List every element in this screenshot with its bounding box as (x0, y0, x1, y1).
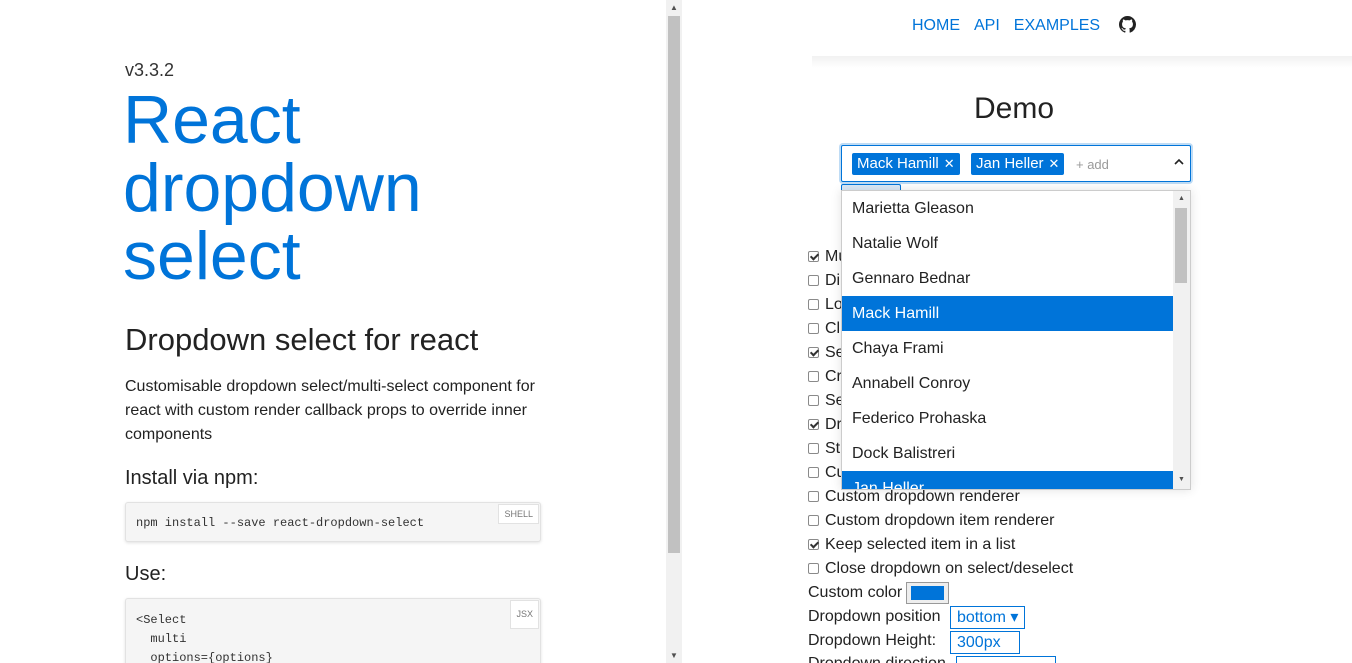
nav-home-link[interactable]: HOME (912, 17, 960, 35)
demo-title: Demo (974, 92, 1055, 125)
checkbox[interactable] (808, 371, 819, 382)
checkbox[interactable] (808, 251, 819, 262)
color-swatch (911, 586, 944, 600)
hero-line: React (123, 82, 301, 158)
description: Customisable dropdown select/multi-selec… (125, 378, 535, 443)
install-heading: Install via npm: (125, 467, 259, 489)
github-icon[interactable] (1119, 16, 1136, 33)
demo-panel: HOME API EXAMPLES Demo Mu Di Lo Cl Se Cr Se Dr S… (682, 0, 1352, 663)
nav-examples-link[interactable]: EXAMPLES (1014, 17, 1100, 35)
checkbox[interactable] (808, 443, 819, 454)
dropdown-item[interactable]: Chaya Frami (842, 331, 1173, 366)
tag-remove-icon[interactable]: ✕ (1049, 156, 1060, 171)
use-heading: Use: (125, 563, 167, 585)
use-code-block: <Select multi options={options} JSX (125, 598, 541, 663)
add-input-placeholder[interactable]: + add (1076, 157, 1109, 172)
dropdown-menu: Marietta Gleason Natalie Wolf Gennaro Bedn… (841, 190, 1191, 490)
scroll-down-icon[interactable]: ▼ (1178, 476, 1185, 483)
chevron-up-icon[interactable] (1172, 155, 1186, 169)
option-checkbox-row[interactable]: Keep selected item in a list (808, 536, 1108, 560)
nav-shadow (812, 56, 1352, 68)
dropdown-item[interactable]: Mack Hamill (842, 296, 1173, 331)
multi-select[interactable]: Mack Hamill ✕ Jan Heller ✕ + add (841, 145, 1191, 182)
checkbox[interactable] (808, 491, 819, 502)
dropdown-position-select[interactable]: bottom ▾ (950, 606, 1026, 629)
version-label: v3.3.2 (125, 60, 175, 80)
hero-title: React dropdown select (123, 86, 422, 290)
scroll-down-icon[interactable]: ▼ (670, 651, 678, 660)
code-lang-badge: JSX (510, 600, 539, 629)
option-label: Cl (825, 320, 841, 337)
dropdown-align-label: Dropdown direction (808, 655, 946, 663)
dropdown-scrollbar-thumb[interactable] (1175, 208, 1187, 283)
hero-line: dropdown (123, 150, 422, 226)
option-label: Keep selected item in a list (825, 536, 1016, 553)
selected-tag: Jan Heller ✕ (971, 153, 1065, 175)
checkbox[interactable] (808, 515, 819, 526)
option-checkbox-row[interactable]: Custom dropdown renderer (808, 488, 1108, 512)
option-label: Close dropdown on select/deselect (825, 560, 1074, 577)
option-label: Custom dropdown item renderer (825, 512, 1055, 529)
docs-panel: v3.3.2 React dropdown select Dropdown se… (0, 0, 666, 663)
checkbox[interactable] (808, 299, 819, 310)
dropdown-item[interactable]: Jan Heller (842, 471, 1173, 489)
hero-line: select (123, 218, 301, 294)
page-subtitle: Dropdown select for react (125, 322, 479, 357)
code-lang-badge: SHELL (498, 504, 539, 524)
scroll-up-icon[interactable]: ▲ (1178, 195, 1185, 202)
dropdown-item[interactable]: Dock Balistreri (842, 436, 1173, 471)
custom-color-label: Custom color (808, 584, 903, 601)
checkbox[interactable] (808, 563, 819, 574)
nav-api-link[interactable]: API (974, 17, 1000, 35)
option-label: Custom dropdown renderer (825, 488, 1020, 505)
checkbox[interactable] (808, 275, 819, 286)
install-code: npm install --save react-dropdown-select (136, 516, 425, 530)
top-nav: HOME API EXAMPLES (682, 0, 1352, 56)
dropdown-item[interactable]: Gennaro Bednar (842, 261, 1173, 296)
checkbox[interactable] (808, 419, 819, 430)
use-code: <Select multi options={options} (136, 613, 273, 663)
checkbox[interactable] (808, 323, 819, 334)
install-code-block: npm install --save react-dropdown-select… (125, 502, 541, 542)
dropdown-item[interactable]: Natalie Wolf (842, 226, 1173, 261)
tag-remove-icon[interactable]: ✕ (944, 156, 955, 171)
checkbox[interactable] (808, 395, 819, 406)
dropdown-align-select[interactable] (956, 656, 1056, 663)
dropdown-position-label: Dropdown position (808, 608, 941, 625)
dropdown-item[interactable]: Marietta Gleason (842, 191, 1173, 226)
selected-tag: Mack Hamill ✕ (852, 153, 960, 175)
dropdown-item[interactable]: Annabell Conroy (842, 366, 1173, 401)
option-label: Dr (825, 416, 842, 433)
scroll-up-icon[interactable]: ▲ (670, 3, 678, 12)
option-label: Cr (825, 368, 842, 385)
tag-label: Mack Hamill (857, 155, 939, 172)
option-checkbox-row[interactable]: Close dropdown on select/deselect (808, 560, 1108, 584)
checkbox[interactable] (808, 347, 819, 358)
checkbox[interactable] (808, 467, 819, 478)
option-label: Di (825, 272, 841, 289)
checkbox[interactable] (808, 539, 819, 550)
custom-color-picker[interactable] (906, 582, 949, 604)
dropdown-height-label: Dropdown Height: (808, 632, 937, 649)
dropdown-height-input[interactable]: 300px (950, 631, 1020, 654)
dropdown-scrollbar[interactable]: ▲ ▼ (1173, 191, 1190, 489)
scrollbar-thumb[interactable] (668, 16, 680, 553)
left-pane-scrollbar[interactable]: ▲ ▼ (666, 0, 682, 663)
tag-label: Jan Heller (976, 155, 1044, 172)
option-label: St (825, 440, 841, 457)
option-checkbox-row[interactable]: Custom dropdown item renderer (808, 512, 1108, 536)
dropdown-item[interactable]: Federico Prohaska (842, 401, 1173, 436)
